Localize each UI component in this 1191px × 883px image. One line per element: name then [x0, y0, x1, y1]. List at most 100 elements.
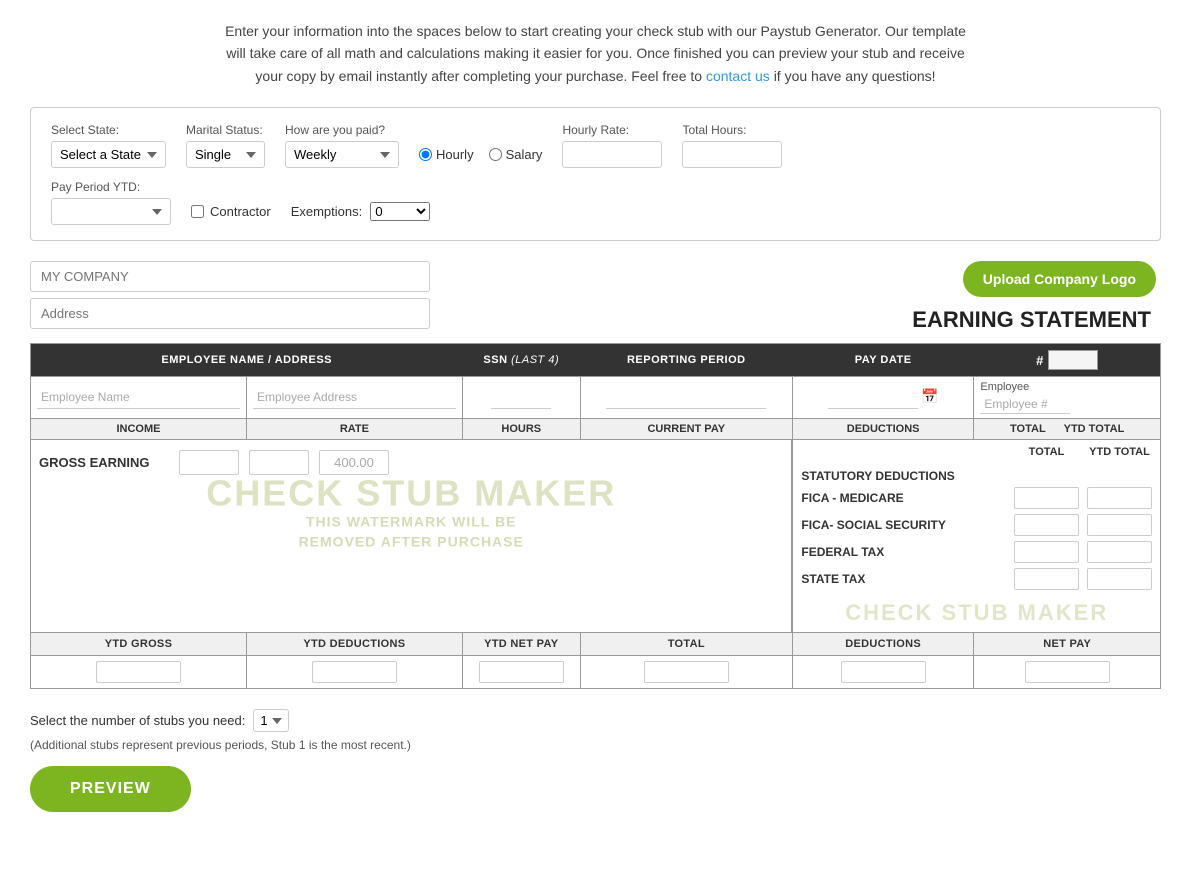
rate-col-header: RATE: [246, 419, 462, 440]
fica-medicare-ytd-input[interactable]: 29.00: [1087, 487, 1152, 509]
reporting-period-input[interactable]: 09/22/2023 - 09/28/2023: [606, 386, 766, 409]
preview-button[interactable]: PREVIEW: [30, 766, 191, 812]
marital-select[interactable]: SingleMarried: [186, 141, 265, 168]
ytd-deductions-header: YTD DEDUCTIONS: [246, 633, 462, 656]
upload-logo-button[interactable]: Upload Company Logo: [963, 261, 1156, 297]
ytd-deductions-input[interactable]: 375.50: [312, 661, 397, 683]
employee-name-cell: [31, 377, 247, 419]
earning-statement-title: EARNING STATEMENT: [912, 307, 1156, 333]
bottom-section: Select the number of stubs you need: 123…: [30, 709, 1161, 812]
salary-radio-label[interactable]: Salary: [489, 147, 543, 162]
stub-number-header: # 1234: [974, 344, 1161, 377]
fica-ss-ytd-input[interactable]: 124.00: [1087, 514, 1152, 536]
contractor-checkbox[interactable]: [191, 205, 204, 218]
stub-number-input[interactable]: 1234: [1048, 350, 1098, 370]
net-pay-input[interactable]: 324.90: [1025, 661, 1110, 683]
hourly-rate-input[interactable]: 10: [562, 141, 662, 168]
stubs-select-row: Select the number of stubs you need: 123…: [30, 709, 1161, 732]
intro-text-3: your copy by email instantly after compl…: [255, 68, 702, 84]
total-value-cell: 400.00: [580, 656, 792, 689]
income-col-header: INCOME: [31, 419, 247, 440]
stub-table: EMPLOYEE NAME / ADDRESS SSN (LAST 4) REP…: [30, 343, 1161, 689]
fica-ss-row: FICA- SOCIAL SECURITY 24.80 124.00: [801, 514, 1152, 536]
hourly-radio-label[interactable]: Hourly: [419, 147, 474, 162]
salary-radio[interactable]: [489, 148, 502, 161]
intro-text-4: if you have any questions!: [774, 68, 936, 84]
gross-earning-label: GROSS EARNING: [39, 455, 169, 470]
ytd-gross-value-cell: 2000.00: [31, 656, 247, 689]
total-input[interactable]: 400.00: [644, 661, 729, 683]
total-col-header: TOTAL YTD TOTAL: [974, 419, 1161, 440]
fica-ss-label: FICA- SOCIAL SECURITY: [801, 518, 1014, 532]
deductions-section: TOTAL YTD TOTAL STATUTORY DEDUCTIONS FIC…: [792, 440, 1160, 633]
stubs-count-select[interactable]: 12345: [253, 709, 289, 732]
total-header: TOTAL: [580, 633, 792, 656]
state-field-group: Select State: Select a State AlabamaAlas…: [51, 123, 166, 168]
income-section: GROSS EARNING 10 40 400.00 CHECK STUB MA…: [31, 440, 793, 633]
company-address-input[interactable]: [30, 298, 430, 329]
state-tax-row: STATE TAX 0.00 0.00: [801, 568, 1152, 590]
state-tax-total-input[interactable]: 0.00: [1014, 568, 1079, 590]
state-tax-ytd-input[interactable]: 0.00: [1087, 568, 1152, 590]
total-hours-input[interactable]: 40: [682, 141, 782, 168]
pay-date-cell: 09/29/2023 📅: [792, 377, 973, 419]
ytd-net-pay-header: YTD NET PAY: [462, 633, 580, 656]
employee-name-input[interactable]: [37, 386, 240, 409]
employee-label: Employee: [980, 381, 1154, 393]
pay-type-select[interactable]: WeeklyBi-WeeklySemi-MonthlyMonthly: [285, 141, 399, 168]
fica-ss-total-input[interactable]: 24.80: [1014, 514, 1079, 536]
stubs-note: (Additional stubs represent previous per…: [30, 738, 1161, 752]
hourly-radio[interactable]: [419, 148, 432, 161]
deductions-total-input[interactable]: 75.10: [841, 661, 926, 683]
exemptions-select[interactable]: 012345: [370, 202, 430, 221]
ytd-net-pay-input[interactable]: 1624.50: [479, 661, 564, 683]
pay-date-input[interactable]: 09/29/2023: [828, 386, 918, 409]
stubs-label: Select the number of stubs you need:: [30, 713, 245, 728]
intro-text-2: will take care of all math and calculati…: [226, 45, 965, 61]
total-hours-label: Total Hours:: [682, 123, 782, 137]
company-name-input[interactable]: [30, 261, 430, 292]
pay-date-header: PAY DATE: [792, 344, 973, 377]
rate-input[interactable]: 10: [179, 450, 239, 475]
current-pay-col-header: CURRENT PAY: [580, 419, 792, 440]
intro-text-1: Enter your information into the spaces b…: [225, 23, 966, 39]
deductions-inner: TOTAL YTD TOTAL STATUTORY DEDUCTIONS FIC…: [793, 440, 1160, 632]
contractor-label: Contractor: [210, 204, 271, 219]
fica-medicare-vals: 5.80 29.00: [1014, 487, 1152, 509]
ytd-sub-header: YTD TOTAL: [1087, 446, 1152, 458]
reporting-period-cell: 09/22/2023 - 09/28/2023: [580, 377, 792, 419]
federal-tax-label: FEDERAL TAX: [801, 545, 1014, 559]
ssn-input[interactable]: XXXX: [491, 386, 551, 409]
deductions-header: DEDUCTIONS: [792, 633, 973, 656]
employee-data-row: XXXX 09/22/2023 - 09/28/2023 09/29/2023 …: [31, 377, 1161, 419]
right-header: Upload Company Logo EARNING STATEMENT: [912, 261, 1161, 333]
settings-panel: Select State: Select a State AlabamaAlas…: [30, 107, 1161, 241]
reporting-period-header: REPORTING PERIOD: [580, 344, 792, 377]
pay-type-field-group: How are you paid? WeeklyBi-WeeklySemi-Mo…: [285, 123, 399, 168]
contractor-group: Contractor: [191, 186, 271, 219]
state-label: Select State:: [51, 123, 166, 137]
hourly-rate-group: Hourly Rate: 10: [562, 123, 662, 168]
federal-tax-ytd-input[interactable]: 225.50: [1087, 541, 1152, 563]
calendar-icon[interactable]: 📅: [921, 388, 938, 404]
pay-period-label: Pay Period YTD:: [51, 180, 171, 194]
ytd-gross-input[interactable]: 2000.00: [96, 661, 181, 683]
marital-label: Marital Status:: [186, 123, 265, 137]
pay-type-label: How are you paid?: [285, 123, 399, 137]
hours-input[interactable]: 40: [249, 450, 309, 475]
settings-row-1: Select State: Select a State AlabamaAlas…: [51, 123, 1140, 168]
contact-us-link[interactable]: contact us: [706, 68, 770, 84]
fica-medicare-total-input[interactable]: 5.80: [1014, 487, 1079, 509]
employee-address-input[interactable]: [253, 386, 456, 409]
pay-period-select[interactable]: [51, 198, 171, 225]
total-sub-header: TOTAL: [1014, 446, 1079, 458]
statutory-header: STATUTORY DEDUCTIONS: [801, 464, 1152, 487]
federal-tax-total-input[interactable]: 44.50: [1014, 541, 1079, 563]
fica-ss-vals: 24.80 124.00: [1014, 514, 1152, 536]
totals-header-row: YTD GROSS YTD DEDUCTIONS YTD NET PAY TOT…: [31, 633, 1161, 656]
hash-symbol: #: [1036, 353, 1044, 368]
employee-number-input[interactable]: [980, 395, 1070, 414]
state-select[interactable]: Select a State AlabamaAlaskaArizona Cali…: [51, 141, 166, 168]
fica-medicare-label: FICA - MEDICARE: [801, 491, 1014, 505]
settings-row-2: Pay Period YTD: Contractor Exemptions: 0…: [51, 180, 1140, 225]
